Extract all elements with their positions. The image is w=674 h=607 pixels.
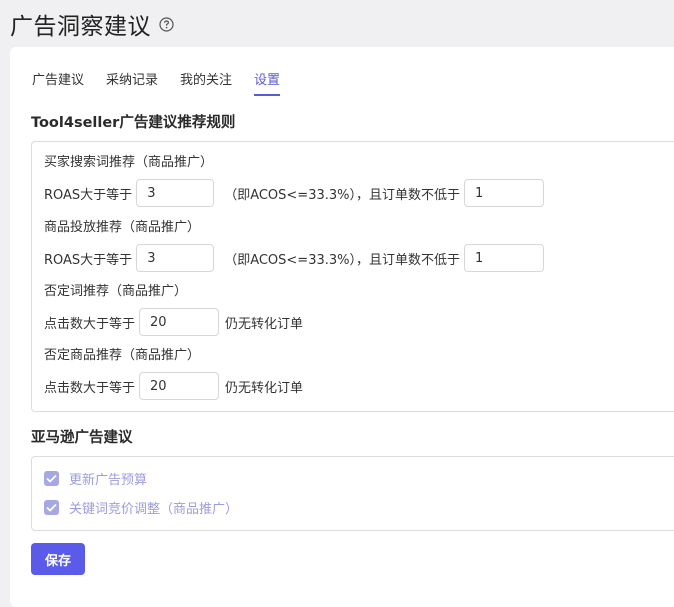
check-icon (46, 503, 57, 512)
tab-ad-suggestions[interactable]: 广告建议 (32, 69, 84, 96)
rule-middle-text: （即ACOS<=33.3%），且订单数不低于 (224, 252, 460, 268)
page-header: 广告洞察建议 (10, 6, 174, 42)
rules-box: 买家搜索词推荐（商品推广） ROAS大于等于 （即ACOS<=33.3%），且订… (31, 141, 674, 412)
tab-my-follows[interactable]: 我的关注 (180, 69, 232, 96)
rule-prefix: ROAS大于等于 (44, 187, 133, 203)
rule-prefix: ROAS大于等于 (44, 252, 133, 268)
rule-middle-text: （即ACOS<=33.3%），且订单数不低于 (224, 187, 460, 203)
tab-settings[interactable]: 设置 (254, 69, 281, 96)
rules-section-title: Tool4seller广告建议推荐规则 (31, 115, 236, 131)
rule-title: 商品投放推荐（商品推广） (44, 220, 201, 235)
rule-title: 买家搜索词推荐（商品推广） (44, 155, 214, 170)
rule-negative-keywords: 否定词推荐（商品推广） 点击数大于等于 仍无转化订单 (44, 283, 303, 337)
rule-suffix: 仍无转化订单 (225, 316, 304, 332)
rule-title: 否定商品推荐（商品推广） (44, 348, 201, 363)
check-icon (46, 474, 57, 483)
option-update-budget[interactable]: 更新广告预算 (44, 469, 147, 488)
rule-buyer-search-terms: 买家搜索词推荐（商品推广） ROAS大于等于 （即ACOS<=33.3%），且订… (44, 154, 548, 208)
rule-negative-products: 否定商品推荐（商品推广） 点击数大于等于 仍无转化订单 (44, 347, 303, 401)
rule-product-targeting: 商品投放推荐（商品推广） ROAS大于等于 （即ACOS<=33.3%），且订单… (44, 219, 548, 273)
option-label: 关键词竞价调整（商品推广） (69, 502, 239, 517)
roas-input[interactable] (136, 244, 215, 272)
tab-bar: 广告建议 采纳记录 我的关注 设置 (32, 69, 302, 96)
min-orders-input[interactable] (464, 179, 544, 207)
option-label: 更新广告预算 (69, 473, 148, 488)
page-title: 广告洞察建议 (10, 14, 151, 40)
amazon-section-title: 亚马逊广告建议 (31, 430, 133, 446)
rule-prefix: 点击数大于等于 (44, 380, 136, 396)
save-button[interactable]: 保存 (31, 543, 85, 575)
checkbox[interactable] (44, 500, 59, 515)
min-orders-input[interactable] (464, 244, 544, 272)
clicks-input[interactable] (139, 372, 220, 400)
rule-title: 否定词推荐（商品推广） (44, 284, 188, 299)
question-circle-icon[interactable] (159, 16, 174, 32)
amazon-options-box: 更新广告预算 关键词竞价调整（商品推广） (31, 456, 674, 531)
rule-prefix: 点击数大于等于 (44, 316, 136, 332)
roas-input[interactable] (136, 179, 215, 207)
option-keyword-bid-adjust[interactable]: 关键词竞价调整（商品推广） (44, 498, 238, 517)
tab-adoption-records[interactable]: 采纳记录 (106, 69, 158, 96)
checkbox[interactable] (44, 471, 59, 486)
settings-card: 广告建议 采纳记录 我的关注 设置 Tool4seller广告建议推荐规则 买家… (10, 47, 674, 607)
clicks-input[interactable] (139, 308, 220, 336)
rule-suffix: 仍无转化订单 (225, 380, 304, 396)
